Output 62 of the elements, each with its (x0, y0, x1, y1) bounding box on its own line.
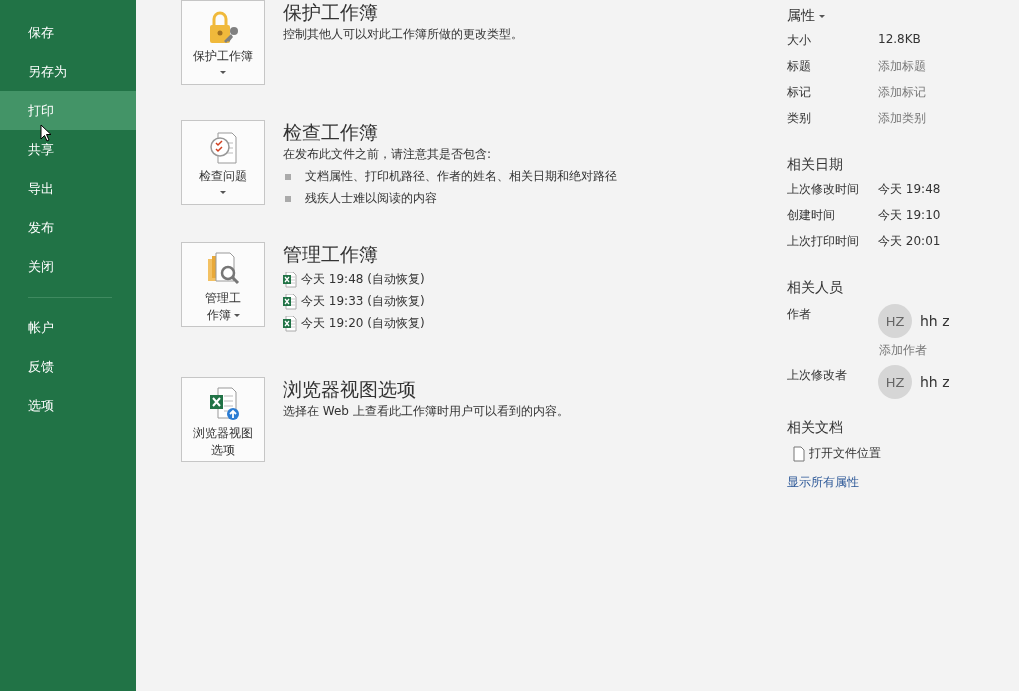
ribbon-button[interactable]: 管理工作簿 (181, 242, 265, 327)
sidebar-item[interactable]: 关闭 (0, 247, 136, 286)
excel-file-icon (283, 271, 297, 288)
sidebar-item[interactable]: 另存为 (0, 52, 136, 91)
version-link[interactable]: 今天 19:20 (自动恢复) (301, 315, 425, 332)
property-label: 上次打印时间 (787, 233, 860, 250)
section-description: 选择在 Web 上查看此工作簿时用户可以看到的内容。 (283, 403, 569, 420)
avatar: HZ (878, 365, 912, 399)
sidebar-item[interactable]: 反馈 (0, 347, 136, 386)
ribbon-button[interactable]: 检查问题 (181, 120, 265, 205)
property-label: 大小 (787, 32, 812, 49)
show-all-link[interactable]: 显示所有属性 (787, 475, 859, 489)
group-heading: 相关文档 (787, 419, 843, 437)
section-title: 浏览器视图选项 (283, 377, 417, 401)
property-label: 上次修改者 (787, 367, 848, 384)
version-link[interactable]: 今天 19:33 (自动恢复) (301, 293, 425, 310)
section-description: 在发布此文件之前，请注意其是否包含: (283, 146, 493, 163)
section-title: 管理工作簿 (283, 242, 379, 266)
property-label: 上次修改时间 (787, 181, 860, 198)
excel-file-icon (283, 293, 297, 310)
ribbon-button[interactable]: 浏览器视图选项 (181, 377, 265, 462)
ribbon-button[interactable]: 保护工作簿 (181, 0, 265, 85)
group-heading: 相关日期 (787, 156, 843, 174)
sidebar-item[interactable]: 共享 (0, 130, 136, 169)
sidebar-item[interactable]: 导出 (0, 169, 136, 208)
caret-icon (819, 14, 825, 18)
property-label: 创建时间 (787, 207, 836, 224)
section-title: 保护工作簿 (283, 0, 379, 24)
excel-file-icon (283, 315, 297, 332)
person-name: hh z (920, 374, 950, 390)
property-label: 作者 (787, 306, 812, 323)
property-label: 类别 (787, 110, 812, 127)
sidebar-item[interactable]: 保存 (0, 13, 136, 52)
add-author-input[interactable]: 添加作者 (879, 342, 1019, 359)
section-title: 检查工作簿 (283, 120, 379, 144)
version-link[interactable]: 今天 19:48 (自动恢复) (301, 271, 425, 288)
sidebar-item[interactable]: 帐户 (0, 308, 136, 347)
property-label: 标题 (787, 58, 812, 75)
property-label: 标记 (787, 84, 812, 101)
bullet-icon (285, 173, 291, 180)
group-heading: 相关人员 (787, 279, 843, 297)
section-description: 控制其他人可以对此工作簿所做的更改类型。 (283, 26, 523, 43)
property-value: 今天 19:48 (878, 181, 942, 198)
avatar: HZ (878, 304, 912, 338)
property-value: 12.8KB (878, 32, 922, 46)
bullet-text: 文档属性、打印机路径、作者的姓名、相关日期和绝对路径 (305, 168, 617, 185)
mouse-cursor-icon (40, 124, 52, 142)
person-name: hh z (920, 313, 950, 329)
property-value: 今天 19:10 (878, 207, 942, 224)
bullet-icon (285, 195, 291, 202)
property-input[interactable]: 添加标题 (878, 58, 1019, 75)
sidebar-item[interactable]: 打印 (0, 91, 136, 130)
property-input[interactable]: 添加类别 (878, 110, 1019, 127)
bullet-text: 残疾人士难以阅读的内容 (305, 190, 437, 207)
group-heading[interactable]: 属性 (787, 7, 815, 25)
documents-magnifier-icon (206, 251, 240, 287)
document-link[interactable]: 打开文件位置 (809, 445, 881, 462)
sidebar-item[interactable]: 发布 (0, 208, 136, 247)
document-icon (793, 445, 805, 462)
property-value: 今天 20:01 (878, 233, 942, 250)
sidebar-item[interactable]: 选项 (0, 386, 136, 425)
property-input[interactable]: 添加标记 (878, 84, 1019, 101)
